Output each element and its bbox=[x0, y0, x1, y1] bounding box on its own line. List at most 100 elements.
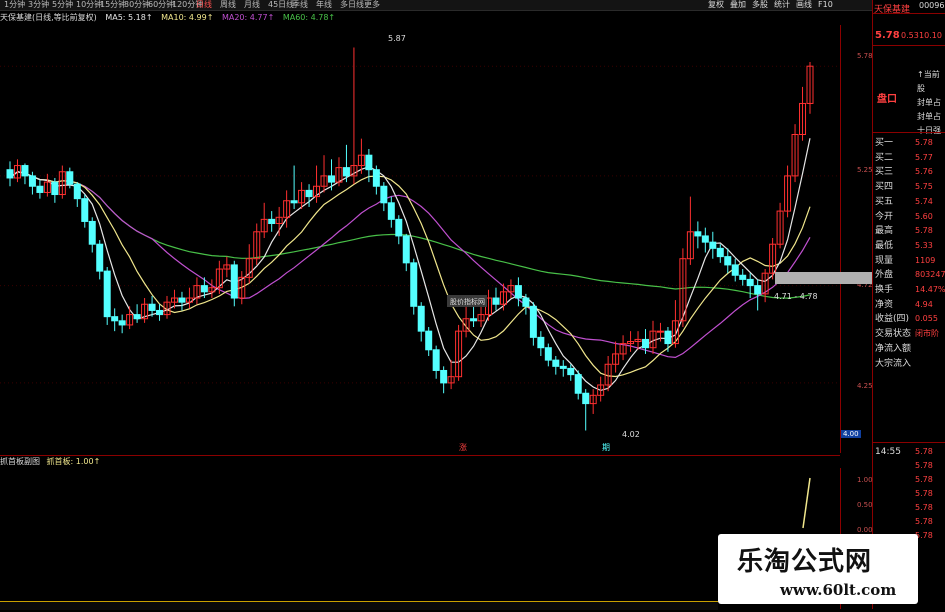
quote-value: 5.60 bbox=[915, 211, 933, 221]
candle-body[interactable] bbox=[529, 305, 537, 338]
candle-body[interactable] bbox=[574, 374, 582, 394]
candle-body[interactable] bbox=[582, 392, 590, 405]
tab-timeframe[interactable]: 60分钟 bbox=[148, 0, 174, 10]
candle-body[interactable] bbox=[21, 165, 29, 177]
candle-body[interactable] bbox=[81, 198, 89, 222]
candle-body[interactable] bbox=[387, 202, 395, 220]
tab-timeframe[interactable]: 15分钟 bbox=[100, 0, 126, 10]
candle-body[interactable] bbox=[709, 241, 717, 249]
news-list: ↑当前股 封单占 封单占 十日强 bbox=[917, 68, 945, 138]
candle-body[interactable] bbox=[156, 309, 164, 316]
candle-body[interactable] bbox=[51, 181, 59, 196]
tab-timeframe[interactable]: 更多 bbox=[364, 0, 380, 10]
ma5-label: MA5: 5.18↑ bbox=[105, 13, 153, 22]
quote-row: 现量 1109 bbox=[873, 254, 945, 268]
candle-body[interactable] bbox=[268, 218, 276, 225]
quote-value: 5.77 bbox=[915, 152, 933, 162]
tab-timeframe[interactable]: 30分钟 bbox=[124, 0, 150, 10]
candle-body[interactable] bbox=[380, 185, 388, 204]
tab-timeframe[interactable]: 周线 bbox=[220, 0, 236, 10]
toolbar-button[interactable]: 画线 bbox=[796, 0, 812, 10]
toolbar-button[interactable]: 复权 bbox=[708, 0, 724, 10]
candle-body[interactable] bbox=[290, 200, 298, 204]
candle-body[interactable] bbox=[96, 243, 104, 272]
candle-body[interactable] bbox=[425, 330, 433, 351]
candle-body[interactable] bbox=[544, 347, 552, 361]
candle-body[interactable] bbox=[6, 169, 14, 179]
candle-body[interactable] bbox=[664, 330, 672, 345]
tab-timeframe[interactable]: 日线 bbox=[196, 0, 212, 10]
candle-body[interactable] bbox=[716, 247, 724, 258]
candle-body[interactable] bbox=[492, 297, 500, 305]
candle-body[interactable] bbox=[537, 336, 545, 349]
candle-body[interactable] bbox=[410, 262, 418, 307]
ma10-label: MA10: 4.99↑ bbox=[161, 13, 214, 22]
candle-body[interactable] bbox=[522, 297, 530, 307]
tab-timeframe[interactable]: 年线 bbox=[316, 0, 332, 10]
candle-body[interactable] bbox=[133, 314, 141, 320]
tab-timeframe[interactable]: 多日线 bbox=[340, 0, 364, 10]
toolbar-button[interactable]: 统计 bbox=[774, 0, 790, 10]
candle-body[interactable] bbox=[178, 297, 186, 303]
candle-body[interactable] bbox=[103, 270, 111, 318]
candle-body[interactable] bbox=[230, 264, 238, 299]
candle-body[interactable] bbox=[656, 330, 664, 333]
candle-body[interactable] bbox=[365, 154, 373, 171]
tab-timeframe[interactable]: 1分钟 bbox=[4, 0, 25, 10]
trade-time: 14:55 bbox=[875, 447, 901, 457]
candle-body[interactable] bbox=[148, 303, 156, 311]
candle-body[interactable] bbox=[559, 365, 567, 369]
candle-body[interactable] bbox=[118, 320, 126, 326]
candle-body[interactable] bbox=[694, 231, 702, 237]
candle-body[interactable] bbox=[28, 175, 36, 187]
candle-body[interactable] bbox=[470, 318, 478, 322]
candle-body[interactable] bbox=[440, 369, 448, 384]
candle-body[interactable] bbox=[305, 189, 313, 198]
trade-row: 5.78 bbox=[873, 501, 945, 515]
kline-chart[interactable]: 5.87 4.02 4.71 - 4.78 股价指标网涨 期 bbox=[0, 25, 840, 453]
candle-body[interactable] bbox=[402, 235, 410, 264]
candle-body[interactable] bbox=[731, 264, 739, 276]
candle-body[interactable] bbox=[66, 171, 74, 185]
quote-key: 大宗流入 bbox=[875, 358, 912, 369]
toolbar-button[interactable]: 多股 bbox=[752, 0, 768, 10]
tab-timeframe[interactable]: 季线 bbox=[292, 0, 308, 10]
candle-body[interactable] bbox=[432, 349, 440, 371]
candle-body[interactable] bbox=[342, 167, 350, 177]
toolbar-button[interactable]: F10 bbox=[818, 0, 833, 10]
candle-body[interactable] bbox=[642, 338, 650, 349]
kline-svg[interactable]: 5.87 4.02 4.71 - 4.78 股价指标网涨 期 bbox=[0, 25, 840, 453]
candle-body[interactable] bbox=[417, 305, 425, 332]
indicator-name: 抓首板副图 bbox=[0, 457, 40, 466]
candle-body[interactable] bbox=[724, 256, 732, 266]
indicator-panel[interactable] bbox=[0, 468, 840, 609]
candle-body[interactable] bbox=[754, 285, 762, 295]
candle-body[interactable] bbox=[327, 175, 335, 183]
tab-timeframe[interactable]: 3分钟 bbox=[28, 0, 49, 10]
axis-label: 5.25 bbox=[857, 166, 873, 174]
candle-body[interactable] bbox=[88, 220, 96, 245]
tab-timeframe[interactable]: 5分钟 bbox=[52, 0, 73, 10]
tab-timeframe[interactable]: 45日线 bbox=[268, 0, 294, 10]
candle-body[interactable] bbox=[739, 274, 747, 280]
candle-body[interactable] bbox=[567, 367, 575, 376]
tab-pankou[interactable]: 盘口 bbox=[877, 90, 897, 105]
candle-body[interactable] bbox=[111, 316, 119, 322]
candle-body[interactable] bbox=[36, 185, 44, 193]
quote-key: 收益(四) bbox=[875, 314, 910, 325]
signal-marker: 涨 bbox=[459, 442, 467, 452]
candle-body[interactable] bbox=[701, 235, 709, 243]
toolbar-button[interactable]: 叠加 bbox=[730, 0, 746, 10]
candle-body[interactable] bbox=[395, 218, 403, 237]
divider bbox=[873, 442, 945, 443]
candle-body[interactable] bbox=[200, 285, 208, 293]
candle-body[interactable] bbox=[552, 359, 560, 367]
tab-timeframe[interactable]: 10分钟 bbox=[76, 0, 102, 10]
ma20-label: MA20: 4.77↑ bbox=[221, 13, 275, 22]
candle-body[interactable] bbox=[372, 169, 380, 187]
candle-body[interactable] bbox=[73, 183, 81, 200]
quote-row: 买四 5.75 bbox=[873, 180, 945, 194]
candle-body[interactable] bbox=[514, 285, 522, 299]
candle-body[interactable] bbox=[746, 278, 754, 287]
tab-timeframe[interactable]: 月线 bbox=[244, 0, 260, 10]
